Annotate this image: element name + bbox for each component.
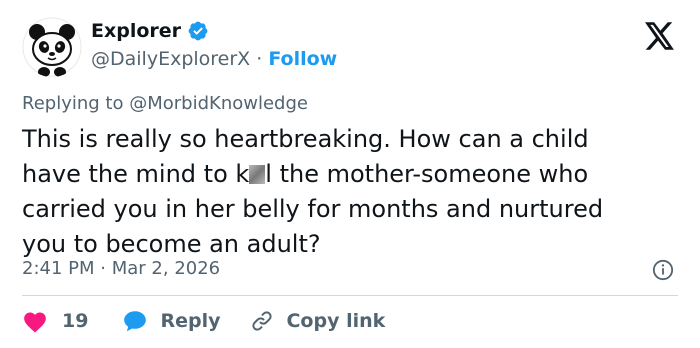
info-icon[interactable] (652, 259, 674, 281)
reply-button[interactable]: Reply (122, 309, 220, 333)
reply-mention-link[interactable]: @MorbidKnowledge (129, 93, 308, 114)
speech-bubble-icon (124, 311, 147, 332)
like-button[interactable]: 19 (22, 309, 88, 333)
verified-badge-icon (188, 21, 208, 41)
replying-prefix: Replying to (22, 93, 124, 114)
handle-row: @DailyExplorerX · Follow (91, 48, 337, 70)
like-count: 19 (62, 310, 89, 332)
panda-avatar[interactable] (22, 17, 82, 77)
timestamp-separator: · (100, 258, 106, 279)
separator-dot: · (256, 48, 263, 70)
author-name-row[interactable]: Explorer (91, 20, 209, 42)
divider (22, 295, 678, 296)
heart-icon (24, 312, 46, 333)
link-icon (252, 311, 273, 331)
follow-button[interactable]: Follow (268, 48, 337, 70)
action-bar: 19 Reply Copy link (22, 307, 385, 335)
panda-icon (22, 17, 82, 77)
tweet-date: Mar 2, 2026 (111, 258, 221, 279)
copy-link-label: Copy link (286, 310, 386, 332)
author-name[interactable]: Explorer (91, 20, 181, 42)
author-handle[interactable]: @DailyExplorerX (91, 48, 250, 70)
censor-block (249, 165, 266, 184)
x-logo-icon[interactable] (645, 22, 675, 50)
tweet-timestamp[interactable]: 2:41 PM · Mar 2, 2026 (22, 258, 220, 279)
tweet-time: 2:41 PM (22, 258, 95, 279)
replying-to: Replying to @MorbidKnowledge (22, 93, 308, 114)
tweet-text: This is really so heartbreaking. How can… (22, 122, 682, 262)
copy-link-button[interactable]: Copy link (250, 309, 385, 333)
reply-label: Reply (160, 310, 221, 332)
